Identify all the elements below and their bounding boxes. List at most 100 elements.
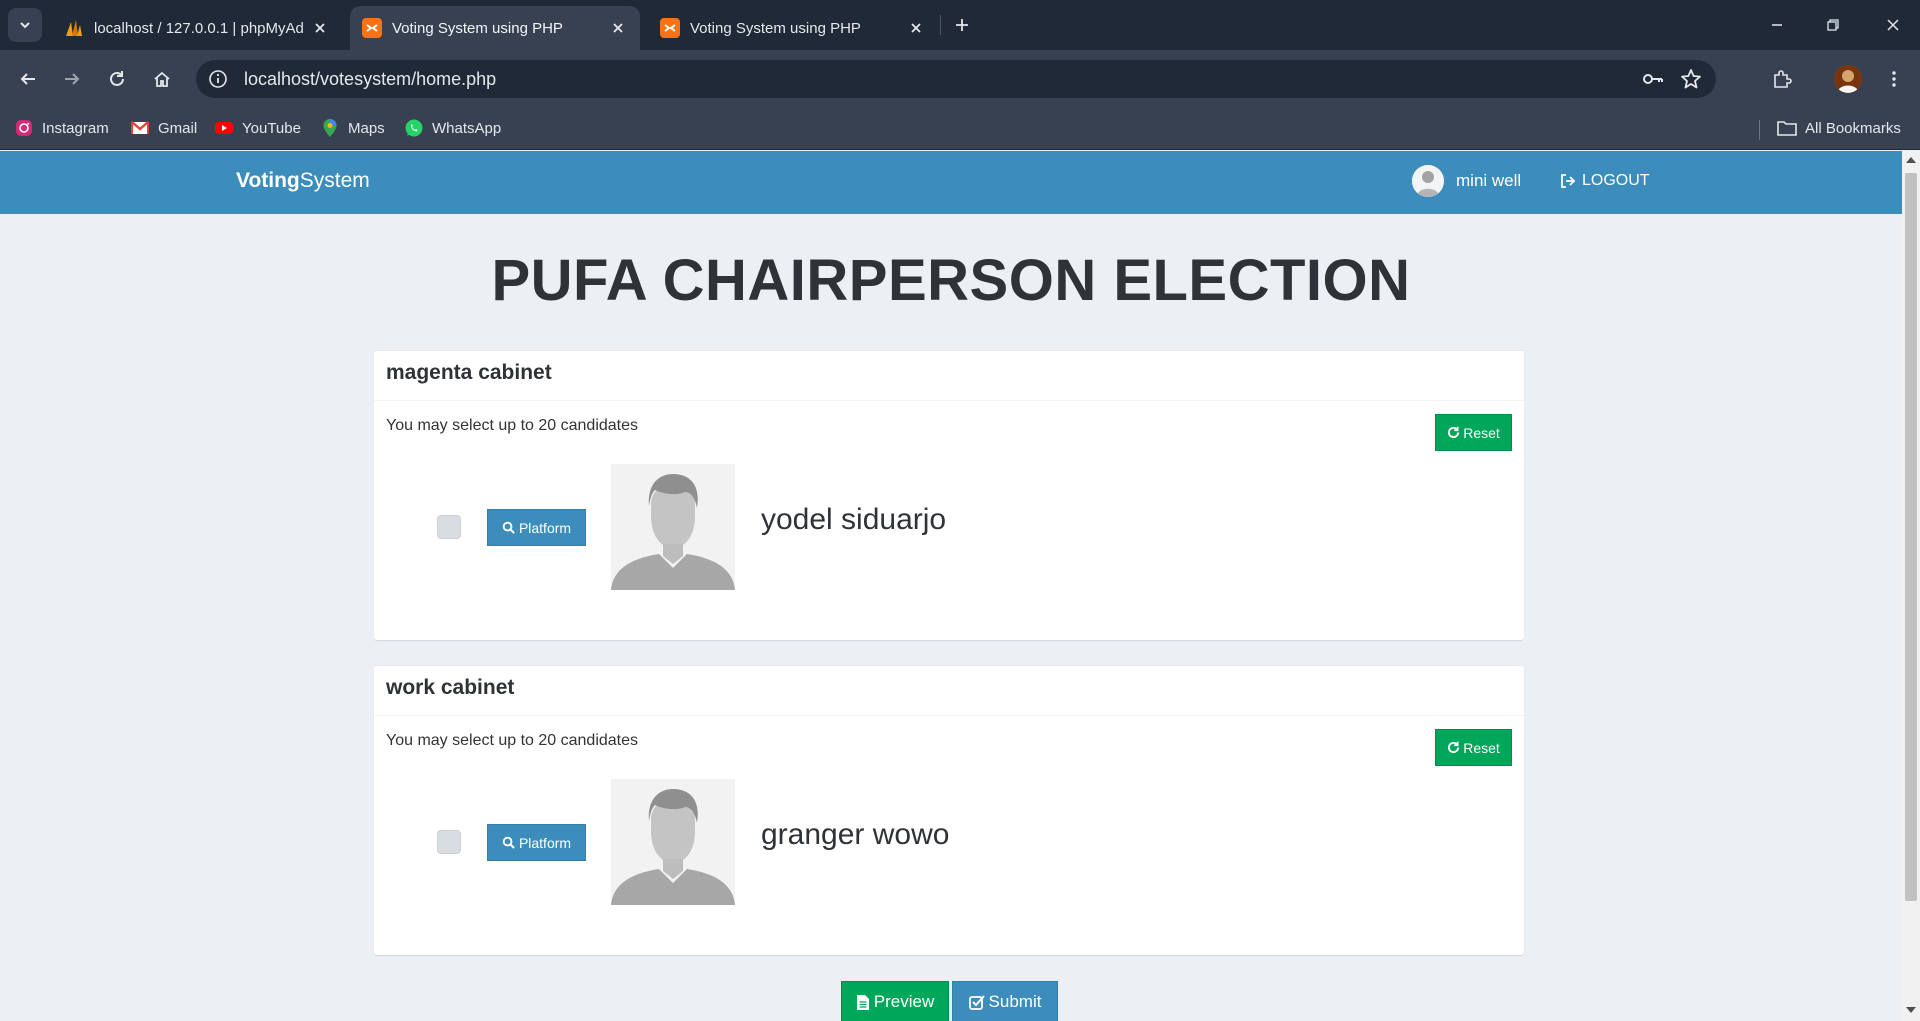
position-name: magenta cabinet [374, 351, 1524, 401]
bookmark-label: YouTube [242, 119, 301, 137]
site-info-button[interactable] [206, 67, 230, 91]
profile-avatar[interactable] [1834, 65, 1862, 93]
preview-button[interactable]: Preview [841, 981, 949, 1021]
arrow-right-icon [65, 73, 80, 85]
new-tab-button[interactable] [950, 13, 974, 37]
folder-icon [1777, 118, 1797, 138]
user-avatar-icon [1412, 165, 1444, 197]
tab-phpmyadmin[interactable]: localhost / 127.0.0.1 | phpMyAd [52, 6, 342, 50]
page-scrollbar[interactable] [1902, 151, 1920, 1021]
position-box: magenta cabinet You may select up to 20 … [374, 350, 1524, 640]
tab-voting-system[interactable]: Voting System using PHP [648, 6, 938, 50]
tab-search-button[interactable] [8, 8, 42, 42]
tab-close-button[interactable] [906, 18, 926, 38]
profile-icon [1834, 65, 1862, 93]
scroll-down-arrow[interactable] [1906, 1007, 1916, 1013]
candidate-checkbox[interactable] [437, 515, 461, 539]
platform-label: Platform [518, 519, 572, 536]
position-instruction: You may select up to 20 candidates [386, 417, 639, 434]
browser-menu-button[interactable] [1879, 64, 1909, 94]
youtube-icon [214, 118, 234, 138]
phpmyadmin-icon [66, 20, 82, 36]
candidate-name: granger wowo [761, 818, 950, 851]
tab-title: Voting System using PHP [690, 19, 861, 37]
restore-button[interactable] [1820, 12, 1846, 38]
election-title: PUFA CHAIRPERSON ELECTION [491, 248, 1411, 313]
bookmark-whatsapp[interactable]: WhatsApp [404, 118, 501, 138]
gmail-icon [130, 118, 150, 138]
brand-logo[interactable]: VotingSystem [236, 169, 370, 193]
bookmarks-bar: Instagram Gmail YouTube Maps WhatsApp Al… [0, 108, 1920, 150]
reload-button[interactable] [102, 64, 132, 94]
refresh-icon [1447, 426, 1460, 439]
browser-toolbar: localhost/votesystem/home.php [0, 50, 1920, 108]
close-icon [315, 23, 325, 33]
candidate-photo [611, 464, 735, 590]
kebab-menu-icon [1892, 71, 1896, 87]
submit-label: Submit [988, 992, 1042, 1011]
bookmark-label: Gmail [158, 119, 198, 137]
user-menu[interactable]: mini well [1412, 165, 1521, 197]
page-viewport: VotingSystem mini well LOGOUT PUFA CHAIR… [0, 151, 1902, 1021]
position-name: work cabinet [374, 666, 1524, 716]
app-navbar: VotingSystem mini well LOGOUT [0, 151, 1902, 214]
url-text[interactable]: localhost/votesystem/home.php [244, 69, 1640, 90]
default-profile-icon [611, 779, 735, 905]
bookmark-instagram[interactable]: Instagram [14, 118, 109, 138]
bookmark-maps[interactable]: Maps [320, 118, 385, 138]
platform-label: Platform [518, 834, 572, 851]
tab-separator [940, 15, 941, 35]
candidate-name: yodel siduarjo [761, 503, 947, 536]
back-button[interactable] [13, 64, 43, 94]
logout-link[interactable]: LOGOUT [1560, 172, 1650, 190]
forward-button[interactable] [57, 64, 87, 94]
platform-button[interactable]: Platform [487, 824, 586, 861]
bookmark-star-button[interactable] [1678, 66, 1704, 92]
home-button[interactable] [147, 64, 177, 94]
logout-label: LOGOUT [1582, 172, 1650, 189]
scrollbar-thumb[interactable] [1905, 173, 1917, 901]
instagram-icon [14, 118, 34, 138]
browser-tab-bar: localhost / 127.0.0.1 | phpMyAd Voting S… [0, 0, 1920, 50]
refresh-icon [1447, 741, 1460, 754]
reset-button[interactable]: Reset [1435, 729, 1512, 766]
all-bookmarks-label: All Bookmarks [1805, 119, 1901, 137]
brand-bold: Voting [236, 169, 300, 192]
restore-icon [1827, 19, 1839, 31]
platform-button[interactable]: Platform [487, 509, 586, 546]
candidate-checkbox[interactable] [437, 830, 461, 854]
puzzle-icon [1774, 70, 1792, 88]
reset-button[interactable]: Reset [1435, 414, 1512, 451]
bookmark-gmail[interactable]: Gmail [130, 118, 197, 138]
extensions-button[interactable] [1767, 64, 1797, 94]
tab-close-button[interactable] [310, 18, 330, 38]
bookmarks-separator [1759, 120, 1760, 140]
maps-icon [320, 118, 340, 138]
chevron-down-icon [20, 22, 30, 29]
reset-label: Reset [1463, 424, 1500, 441]
scroll-up-arrow[interactable] [1906, 157, 1916, 163]
search-icon [502, 521, 515, 534]
close-window-button[interactable] [1880, 12, 1906, 38]
reset-label: Reset [1463, 739, 1500, 756]
submit-button[interactable]: Submit [952, 981, 1058, 1021]
info-icon [209, 70, 227, 88]
minimize-icon [1772, 24, 1782, 26]
password-key-button[interactable] [1640, 66, 1666, 92]
search-icon [502, 836, 515, 849]
file-text-icon [856, 994, 870, 1011]
bookmark-label: Maps [348, 119, 385, 137]
default-profile-icon [611, 464, 735, 590]
tab-close-button[interactable] [608, 18, 628, 38]
tab-voting-system-active[interactable]: Voting System using PHP [350, 6, 640, 50]
bookmark-youtube[interactable]: YouTube [214, 118, 301, 138]
plus-icon [956, 19, 968, 31]
address-bar[interactable]: localhost/votesystem/home.php [196, 60, 1716, 98]
all-bookmarks-button[interactable]: All Bookmarks [1777, 118, 1901, 138]
bookmark-label: Instagram [42, 119, 109, 137]
bookmark-label: WhatsApp [432, 119, 502, 137]
close-icon [1887, 19, 1899, 31]
close-icon [911, 23, 921, 33]
minimize-button[interactable] [1764, 12, 1790, 38]
preview-label: Preview [873, 992, 935, 1011]
